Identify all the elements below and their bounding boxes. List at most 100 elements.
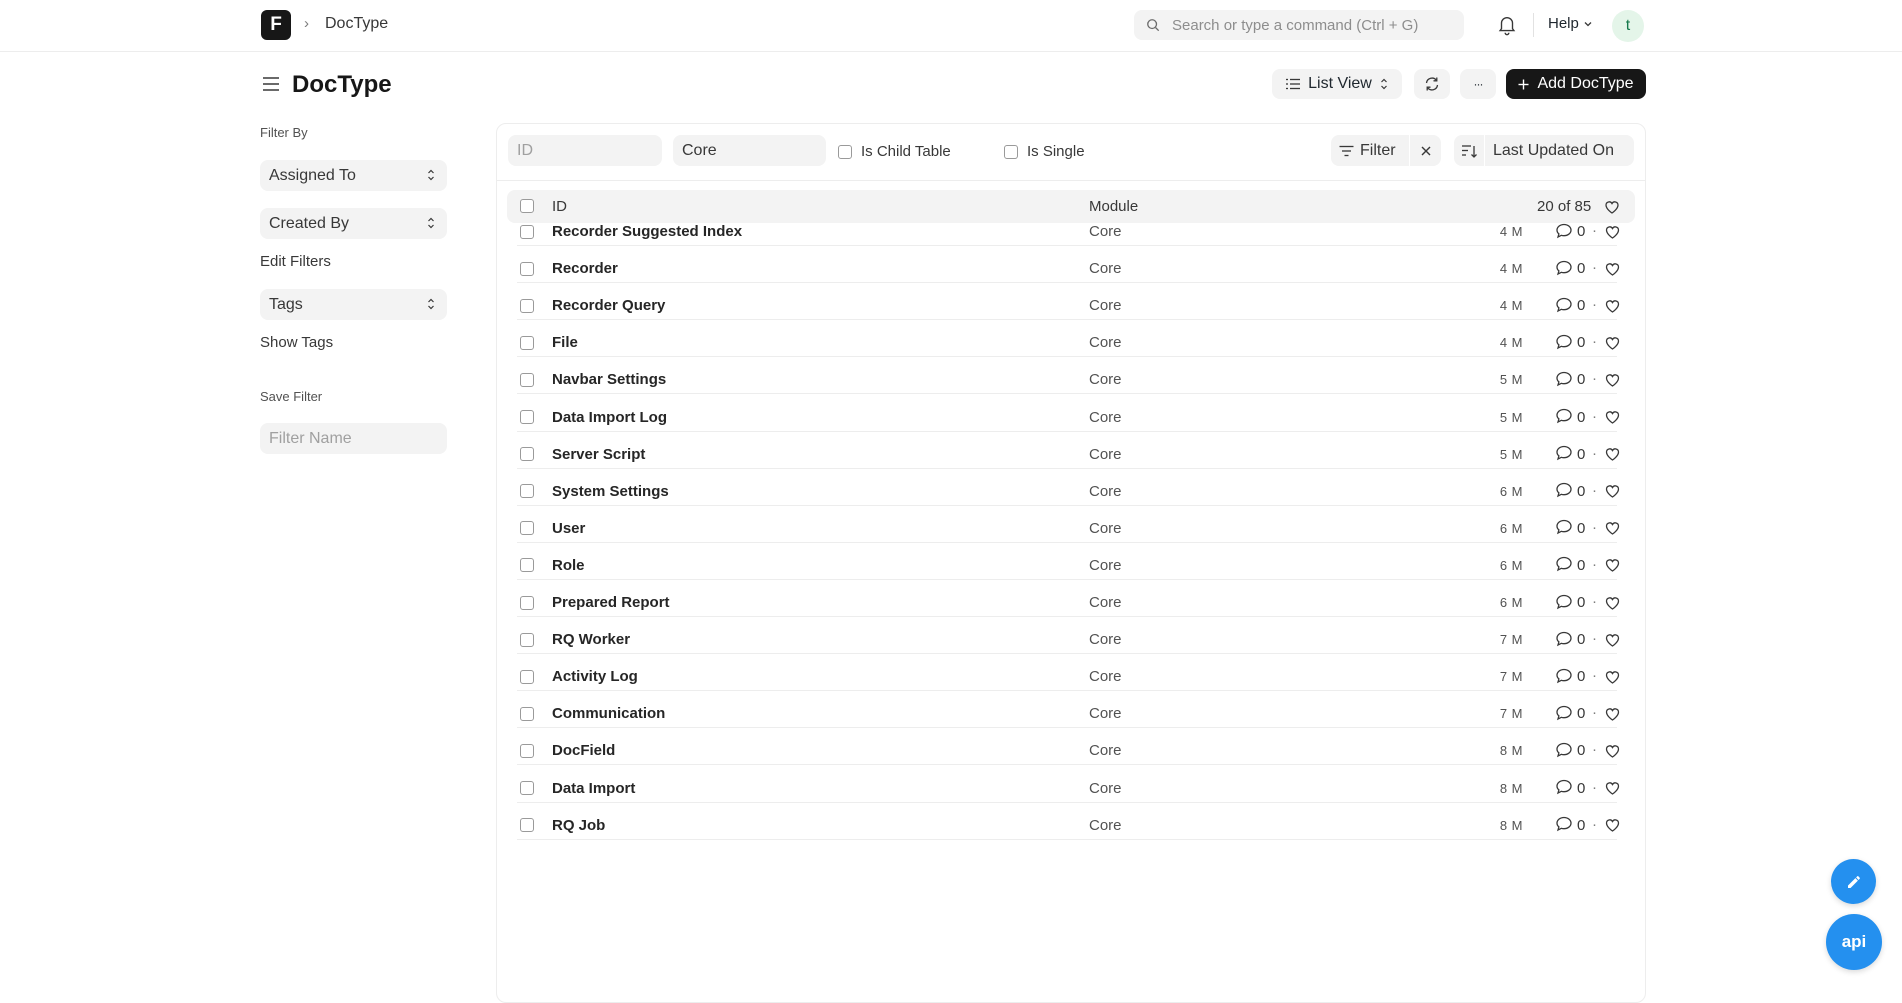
comment-icon[interactable] xyxy=(1555,741,1573,759)
row-checkbox[interactable] xyxy=(520,595,534,610)
row-checkbox[interactable] xyxy=(520,261,534,276)
heart-icon[interactable] xyxy=(1604,224,1621,240)
heart-icon[interactable] xyxy=(1604,372,1621,388)
row-checkbox[interactable] xyxy=(520,706,534,721)
comment-icon[interactable] xyxy=(1555,518,1573,536)
row-id-link[interactable]: Data Import xyxy=(552,780,635,797)
table-row[interactable]: RQ Job Core 8 M 0 · xyxy=(517,803,1620,840)
table-row[interactable]: Recorder Core 4 M 0 · xyxy=(517,246,1620,284)
comment-icon[interactable] xyxy=(1555,296,1573,314)
row-id-link[interactable]: Data Import Log xyxy=(552,409,667,426)
comment-icon[interactable] xyxy=(1555,222,1573,240)
created-by-select[interactable]: Created By xyxy=(260,208,447,239)
comment-icon[interactable] xyxy=(1555,667,1573,685)
heart-icon[interactable] xyxy=(1604,817,1621,833)
filter-name-input[interactable] xyxy=(260,423,447,454)
checkbox-box[interactable] xyxy=(1004,144,1018,159)
table-row[interactable]: Communication Core 7 M 0 · xyxy=(517,691,1620,729)
row-checkbox[interactable] xyxy=(520,298,534,313)
table-row[interactable]: Recorder Suggested Index Core 4 M 0 · xyxy=(517,209,1620,247)
row-id-link[interactable]: Activity Log xyxy=(552,668,638,685)
tags-select[interactable]: Tags xyxy=(260,289,447,320)
heart-icon[interactable] xyxy=(1604,780,1621,796)
row-checkbox[interactable] xyxy=(520,224,534,239)
comment-icon[interactable] xyxy=(1555,593,1573,611)
table-row[interactable]: System Settings Core 6 M 0 · xyxy=(517,469,1620,506)
sort-button[interactable]: Last Updated On xyxy=(1454,135,1634,166)
row-checkbox[interactable] xyxy=(520,372,534,387)
table-row[interactable]: Prepared Report Core 6 M 0 · xyxy=(517,580,1620,618)
heart-icon[interactable] xyxy=(1604,483,1621,499)
row-checkbox[interactable] xyxy=(520,632,534,647)
assigned-to-select[interactable]: Assigned To xyxy=(260,160,447,191)
search-bar[interactable] xyxy=(1134,10,1464,40)
comment-icon[interactable] xyxy=(1555,259,1573,277)
heart-icon[interactable] xyxy=(1604,669,1621,685)
breadcrumb-doctype[interactable]: DocType xyxy=(325,15,388,33)
clear-filter-icon[interactable] xyxy=(1419,144,1433,158)
table-row[interactable]: Role Core 6 M 0 · xyxy=(517,543,1620,580)
row-checkbox[interactable] xyxy=(520,410,534,425)
table-row[interactable]: Activity Log Core 7 M 0 · xyxy=(517,654,1620,692)
row-id-link[interactable]: Navbar Settings xyxy=(552,371,666,388)
more-actions-button[interactable]: ··· xyxy=(1460,69,1496,99)
row-checkbox[interactable] xyxy=(520,558,534,573)
sort-label[interactable]: Last Updated On xyxy=(1493,142,1614,160)
row-checkbox[interactable] xyxy=(520,521,534,536)
heart-icon[interactable] xyxy=(1604,706,1621,722)
heart-icon[interactable] xyxy=(1604,595,1621,611)
help-dropdown[interactable]: Help xyxy=(1548,15,1593,32)
row-id-link[interactable]: System Settings xyxy=(552,483,669,500)
edit-filters-link[interactable]: Edit Filters xyxy=(260,253,331,270)
row-checkbox[interactable] xyxy=(520,484,534,499)
app-logo[interactable]: F xyxy=(261,10,291,40)
row-id-link[interactable]: Recorder xyxy=(552,260,618,277)
heart-icon[interactable] xyxy=(1604,520,1621,536)
heart-icon[interactable] xyxy=(1604,298,1621,314)
row-id-link[interactable]: Server Script xyxy=(552,446,645,463)
table-row[interactable]: Navbar Settings Core 5 M 0 · xyxy=(517,357,1620,395)
comment-icon[interactable] xyxy=(1555,444,1573,462)
edit-fab-button[interactable] xyxy=(1831,859,1876,904)
refresh-button[interactable] xyxy=(1414,69,1450,99)
comment-icon[interactable] xyxy=(1555,778,1573,796)
is-child-table-checkbox[interactable]: Is Child Table xyxy=(838,143,951,160)
id-filter-input[interactable] xyxy=(508,135,662,166)
row-checkbox[interactable] xyxy=(520,335,534,350)
table-row[interactable]: Server Script Core 5 M 0 · xyxy=(517,432,1620,469)
row-id-link[interactable]: RQ Job xyxy=(552,817,605,834)
search-input[interactable] xyxy=(1172,16,1452,34)
table-row[interactable]: Data Import Log Core 5 M 0 · xyxy=(517,395,1620,432)
sidebar-toggle-icon[interactable] xyxy=(262,76,280,92)
table-row[interactable]: Recorder Query Core 4 M 0 · xyxy=(517,283,1620,321)
row-id-link[interactable]: Recorder Suggested Index xyxy=(552,223,742,240)
heart-icon[interactable] xyxy=(1604,632,1621,648)
api-fab-button[interactable]: api xyxy=(1826,914,1882,970)
comment-icon[interactable] xyxy=(1555,370,1573,388)
comment-icon[interactable] xyxy=(1555,704,1573,722)
list-view-button[interactable]: List View xyxy=(1272,69,1402,99)
heart-icon[interactable] xyxy=(1604,409,1621,425)
table-row[interactable]: User Core 6 M 0 · xyxy=(517,506,1620,543)
table-row[interactable]: Data Import Core 8 M 0 · xyxy=(517,766,1620,803)
comment-icon[interactable] xyxy=(1555,555,1573,573)
show-tags-link[interactable]: Show Tags xyxy=(260,334,333,351)
comment-icon[interactable] xyxy=(1555,333,1573,351)
row-id-link[interactable]: File xyxy=(552,334,578,351)
user-avatar[interactable]: t xyxy=(1612,10,1644,42)
add-doctype-button[interactable]: Add DocType xyxy=(1506,69,1646,99)
heart-icon[interactable] xyxy=(1604,261,1621,277)
heart-icon[interactable] xyxy=(1604,335,1621,351)
row-id-link[interactable]: DocField xyxy=(552,742,615,759)
filter-button[interactable]: Filter xyxy=(1331,135,1441,166)
comment-icon[interactable] xyxy=(1555,815,1573,833)
table-row[interactable]: File Core 4 M 0 · xyxy=(517,320,1620,358)
is-single-checkbox[interactable]: Is Single xyxy=(1004,143,1085,160)
notification-bell-icon[interactable] xyxy=(1496,14,1518,36)
checkbox-box[interactable] xyxy=(838,144,852,159)
row-id-link[interactable]: User xyxy=(552,520,585,537)
table-row[interactable]: DocField Core 8 M 0 · xyxy=(517,728,1620,766)
sort-order-icon[interactable] xyxy=(1461,143,1477,159)
heart-icon[interactable] xyxy=(1604,446,1621,462)
row-id-link[interactable]: RQ Worker xyxy=(552,631,630,648)
